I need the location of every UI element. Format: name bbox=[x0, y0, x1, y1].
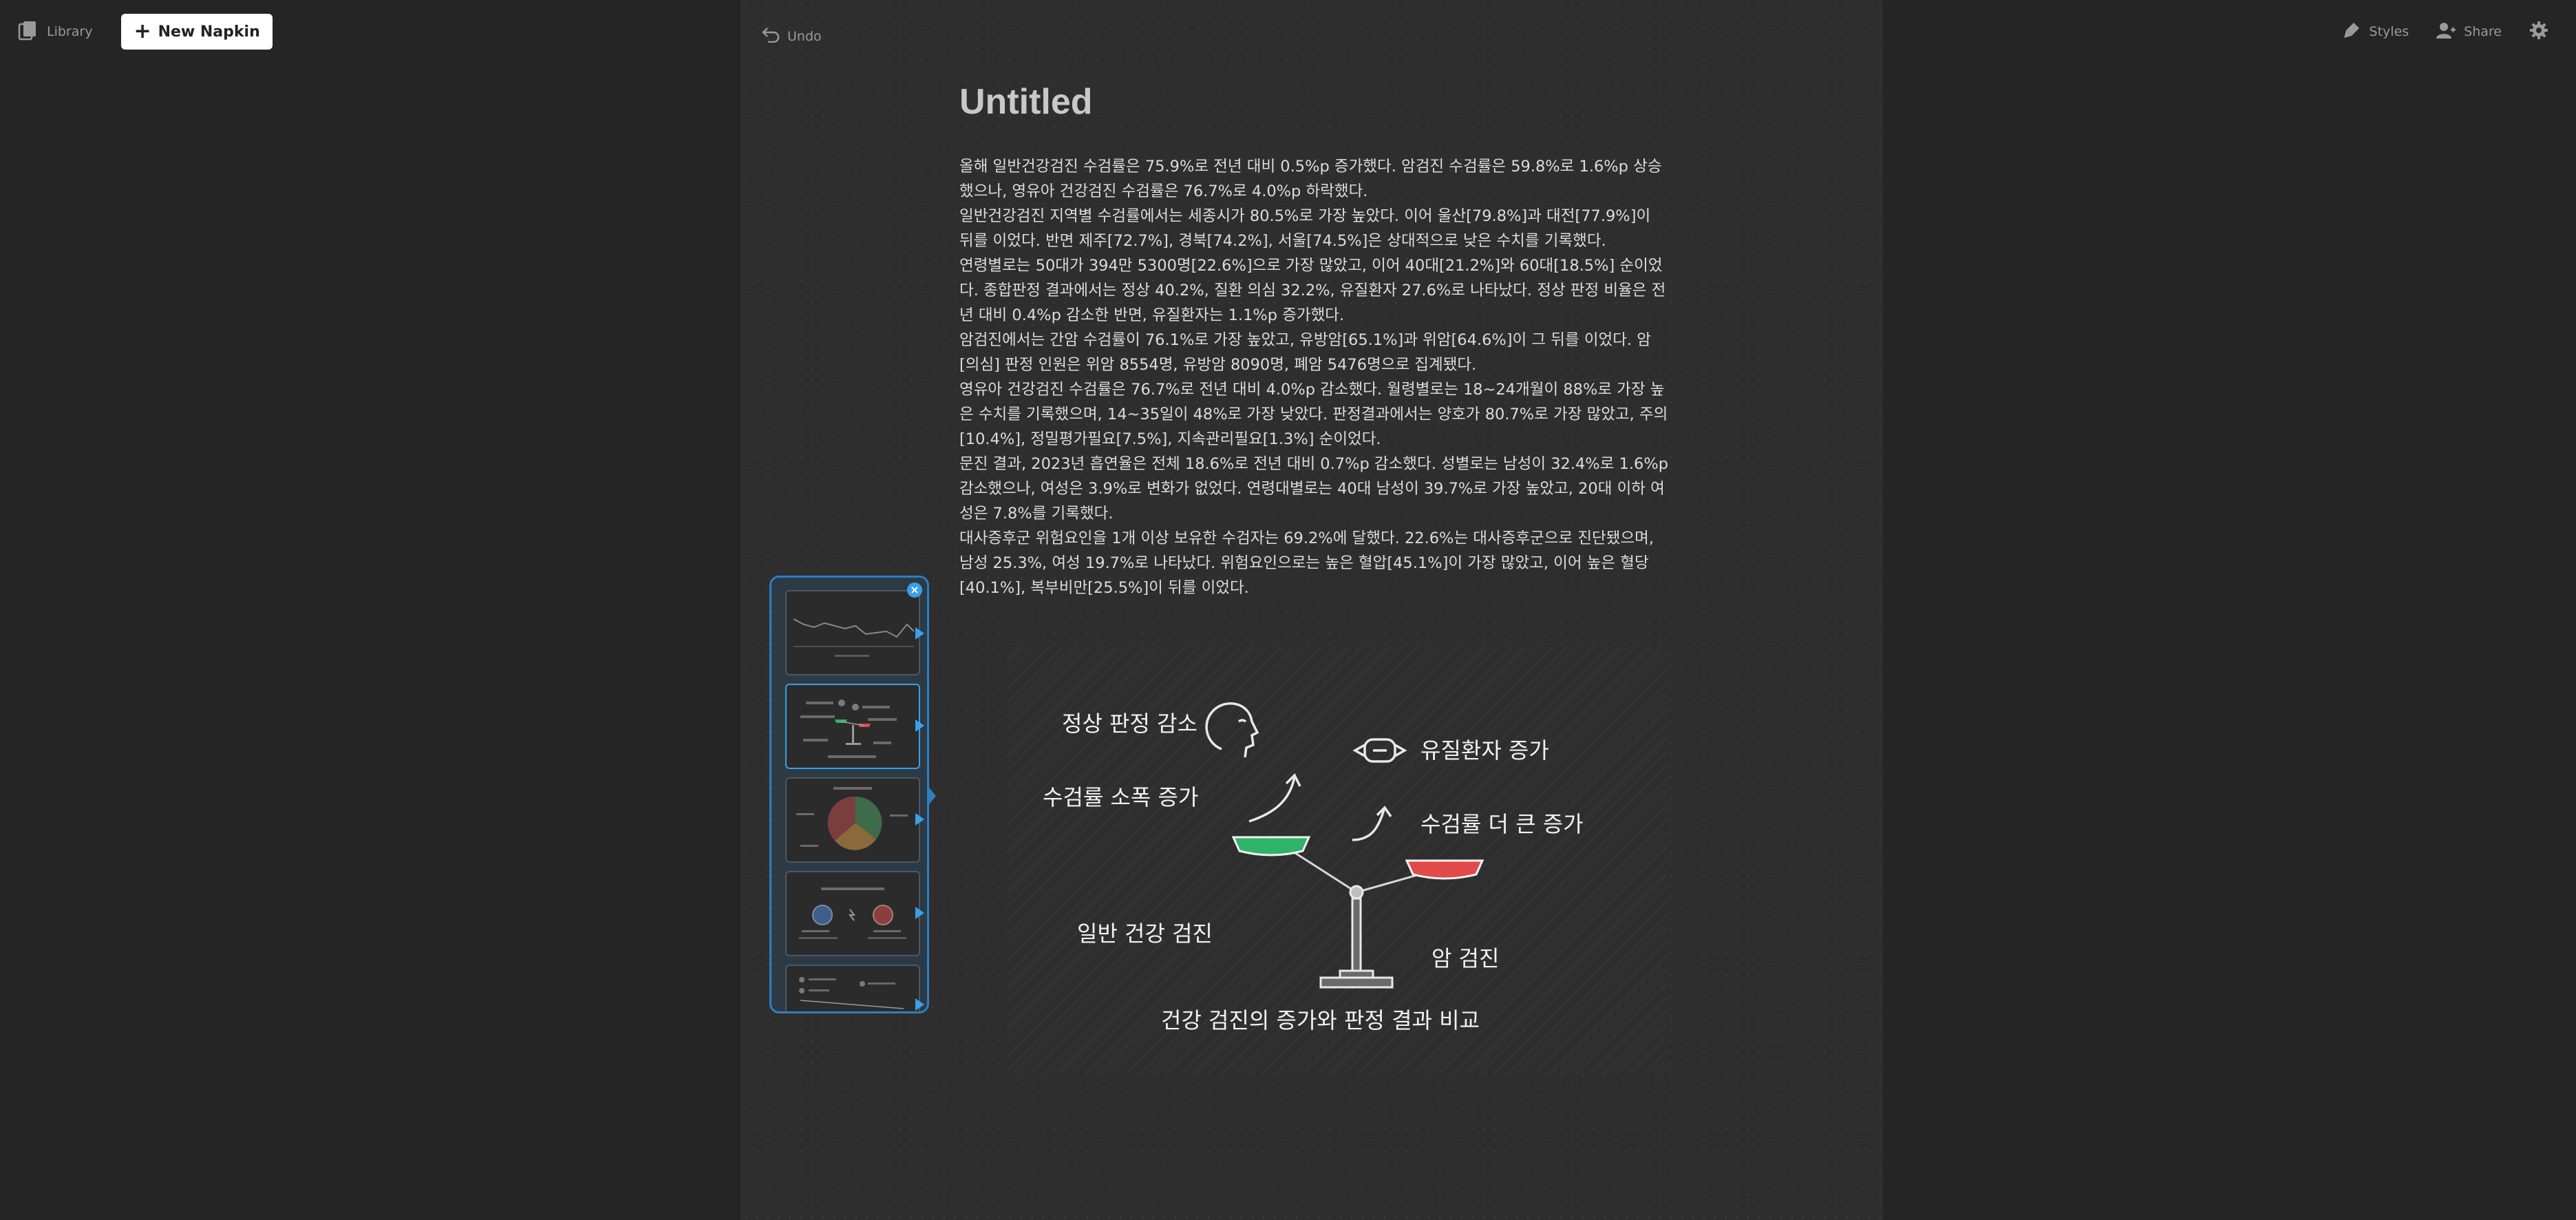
new-napkin-label: New Napkin bbox=[158, 23, 260, 41]
styles-button[interactable]: Styles bbox=[2342, 21, 2409, 43]
label-normal-decrease: 정상 판정 감소 bbox=[1062, 711, 1197, 737]
close-strip-button[interactable]: × bbox=[907, 582, 922, 598]
compare-thumbnail-icon bbox=[799, 887, 906, 939]
topbar-right: Styles Share bbox=[2342, 18, 2548, 45]
paragraph[interactable]: 대사증후군 위험요인을 1개 이상 보유한 수검자는 69.2%에 달했다. 2… bbox=[959, 526, 1668, 600]
diagram-caption: 건강 검진의 증가와 판정 결과 비교 bbox=[1161, 1007, 1480, 1033]
apply-thumbnail-arrow-icon[interactable] bbox=[915, 998, 924, 1011]
paragraph[interactable]: 연령별로는 50대가 394만 5300명[22.6%]으로 가장 많았고, 이… bbox=[959, 253, 1668, 328]
red-pan bbox=[1405, 859, 1484, 880]
share-button[interactable]: Share bbox=[2436, 21, 2502, 43]
mask-icon bbox=[1352, 738, 1407, 763]
napkin-visual[interactable]: 정상 판정 감소 유질환자 증가 수검률 소폭 증가 수검률 더 큰 증가 일반… bbox=[1007, 647, 1668, 1074]
new-napkin-button[interactable]: + New Napkin bbox=[121, 14, 273, 50]
visual-options-strip[interactable] bbox=[769, 576, 929, 1013]
thumbnail-list-layout[interactable] bbox=[785, 965, 920, 1011]
thumbnail-pie-chart[interactable] bbox=[785, 777, 920, 863]
label-rate-big-increase: 수검률 더 큰 증가 bbox=[1420, 811, 1584, 837]
paragraph[interactable]: 올해 일반건강검진 수검률은 75.9%로 전년 대비 0.5%p 증가했다. … bbox=[959, 154, 1668, 204]
apply-thumbnail-arrow-icon[interactable] bbox=[915, 719, 924, 732]
arrow-up-icon bbox=[1352, 806, 1392, 841]
library-icon bbox=[18, 20, 37, 44]
apply-thumbnail-arrow-icon[interactable] bbox=[915, 813, 924, 825]
list-thumbnail-icon bbox=[799, 977, 904, 1009]
green-pan bbox=[1231, 836, 1311, 856]
apply-thumbnail-arrow-icon[interactable] bbox=[915, 907, 924, 919]
label-rate-small-increase: 수검률 소폭 증가 bbox=[1043, 784, 1198, 810]
plus-icon: + bbox=[134, 19, 151, 43]
label-cancer-checkup: 암 검진 bbox=[1431, 945, 1500, 971]
document-body[interactable]: 올해 일반건강검진 수검률은 75.9%로 전년 대비 0.5%p 증가했다. … bbox=[959, 154, 1668, 600]
scale-stand bbox=[1319, 897, 1394, 989]
pie-thumbnail-icon bbox=[796, 787, 908, 850]
settings-button[interactable] bbox=[2529, 21, 2548, 43]
library-button[interactable]: Library bbox=[18, 20, 92, 44]
thumbnail-two-circle-compare[interactable] bbox=[785, 871, 920, 956]
share-label: Share bbox=[2464, 24, 2502, 39]
paragraph[interactable]: 문진 결과, 2023년 흡연율은 전체 18.6%로 전년 대비 0.7%p … bbox=[959, 452, 1668, 526]
library-label: Library bbox=[47, 24, 93, 39]
label-general-checkup: 일반 건강 검진 bbox=[1077, 921, 1213, 947]
undo-button[interactable]: Undo bbox=[761, 26, 822, 46]
add-user-icon bbox=[2436, 21, 2456, 43]
paragraph[interactable]: 영유아 건강검진 수검률은 76.7%로 전년 대비 4.0%p 감소했다. 월… bbox=[959, 377, 1668, 452]
undo-icon bbox=[761, 26, 780, 46]
paragraph[interactable]: 암검진에서는 간암 수검률이 76.1%로 가장 높았고, 유방암[65.1%]… bbox=[959, 328, 1668, 377]
document-title[interactable]: Untitled bbox=[959, 81, 1093, 123]
scale-thumbnail-icon bbox=[800, 700, 897, 758]
strip-pointer-icon bbox=[929, 788, 936, 804]
thumbnail-line-chart[interactable] bbox=[785, 590, 920, 675]
paragraph[interactable]: 일반건강검진 지역별 수검률에서는 세종시가 80.5%로 가장 높았다. 이어… bbox=[959, 204, 1668, 253]
apply-thumbnail-arrow-icon[interactable] bbox=[915, 627, 924, 640]
thumbnail-scale-comparison[interactable] bbox=[785, 684, 920, 769]
head-icon bbox=[1205, 702, 1259, 758]
undo-label: Undo bbox=[787, 28, 822, 44]
line-chart-thumbnail-icon bbox=[793, 618, 915, 657]
paint-brush-icon bbox=[2342, 21, 2361, 43]
styles-label: Styles bbox=[2369, 24, 2409, 39]
topbar-left: Library + New Napkin bbox=[18, 14, 273, 50]
arrow-up-icon bbox=[1248, 773, 1301, 823]
gear-icon bbox=[2529, 21, 2548, 43]
label-disease-increase: 유질환자 증가 bbox=[1420, 737, 1549, 764]
scale-diagram: 정상 판정 감소 유질환자 증가 수검률 소폭 증가 수검률 더 큰 증가 일반… bbox=[1043, 702, 1584, 1033]
